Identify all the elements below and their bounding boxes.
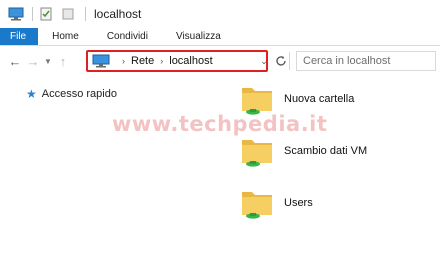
window-title: localhost <box>94 7 142 21</box>
shared-folder-icon <box>240 134 276 168</box>
watermark-text: www.techpedia.it <box>112 112 328 136</box>
up-arrow-icon[interactable]: ↑ <box>54 50 72 72</box>
breadcrumb-rete[interactable]: Rete <box>131 55 154 67</box>
navigation-pane: ★ Accesso rapido <box>0 80 150 258</box>
quick-access-item[interactable]: ★ Accesso rapido <box>26 87 117 101</box>
shared-folder-icon <box>240 186 276 220</box>
quick-access-label: Accesso rapido <box>41 88 117 100</box>
title-bar: localhost <box>0 0 440 28</box>
forward-arrow-icon[interactable]: → <box>24 50 42 72</box>
computer-icon <box>92 54 110 68</box>
properties-icon[interactable] <box>39 7 55 21</box>
chevron-right-icon[interactable]: › <box>160 56 163 66</box>
dropdown-icon[interactable]: ⌄ <box>258 55 270 67</box>
star-icon: ★ <box>26 87 37 101</box>
back-arrow-icon[interactable]: ← <box>6 50 24 72</box>
breadcrumb-localhost[interactable]: localhost <box>169 55 212 67</box>
folder-name: Scambio dati VM <box>284 145 368 157</box>
tab-home[interactable]: Home <box>38 28 93 45</box>
tab-condividi[interactable]: Condividi <box>93 28 162 45</box>
chevron-right-icon[interactable]: › <box>122 56 125 66</box>
folder-name: Nuova cartella <box>284 93 355 105</box>
tab-visualizza[interactable]: Visualizza <box>162 28 235 45</box>
ribbon-tabs: File Home Condividi Visualizza <box>0 28 440 46</box>
computer-icon[interactable] <box>8 7 24 21</box>
new-folder-icon[interactable] <box>61 7 77 21</box>
toolbar-divider <box>32 7 33 21</box>
refresh-icon[interactable] <box>272 52 290 70</box>
search-input[interactable]: Cerca in localhost <box>296 51 436 71</box>
folder-name: Users <box>284 197 313 209</box>
recent-locations-icon[interactable]: ▼ <box>42 50 54 72</box>
toolbar-divider <box>85 7 86 21</box>
navigation-bar: ← → ▼ ↑ › Rete › localhost ⌄ Cerca in lo… <box>0 46 440 76</box>
folder-item[interactable]: Scambio dati VM <box>240 134 367 168</box>
folder-item[interactable]: Nuova cartella <box>240 82 354 116</box>
shared-folder-icon <box>240 82 276 116</box>
address-bar[interactable]: › Rete › localhost <box>86 50 268 72</box>
tab-file[interactable]: File <box>0 28 39 45</box>
folder-item[interactable]: Users <box>240 186 313 220</box>
